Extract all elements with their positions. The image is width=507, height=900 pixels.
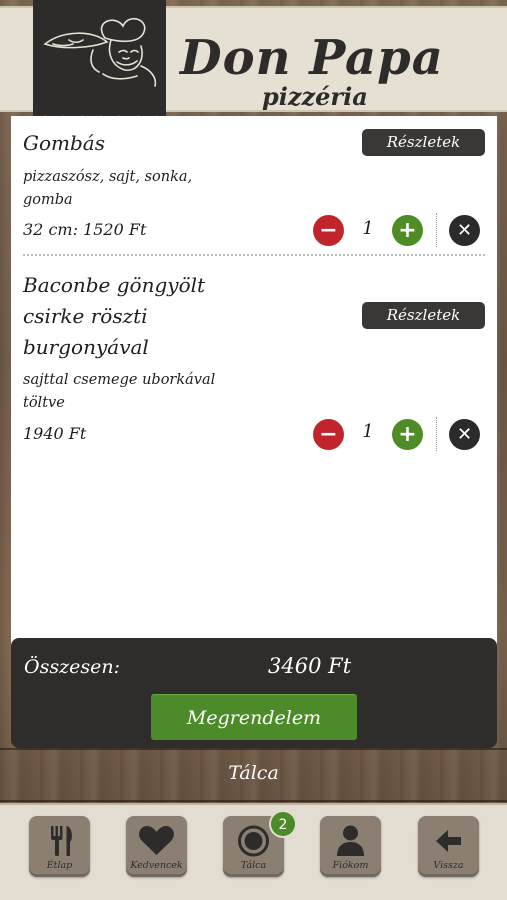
place-order-button[interactable]: Megrendelem	[151, 694, 357, 740]
nav-label: Tálca	[240, 860, 267, 871]
remove-item-button[interactable]: ✕	[449, 419, 480, 450]
nav-favorites[interactable]: Kedvencek	[126, 816, 187, 877]
plank-divider	[0, 800, 507, 802]
decrease-quantity-button[interactable]: −	[313, 215, 344, 246]
bottom-nav: Étlap Kedvencek Tálca Fiókom Vissza	[0, 803, 507, 900]
item-title-line: Baconbe göngyölt	[23, 273, 206, 297]
order-summary: Összesen: 3460 Ft Megrendelem	[11, 638, 497, 748]
item-title-line: Gombás	[23, 131, 105, 155]
nav-back[interactable]: Vissza	[418, 816, 479, 877]
total-label: Összesen:	[24, 656, 120, 678]
arrow-left-icon	[436, 830, 461, 852]
chef-logo-icon	[43, 17, 157, 87]
divider	[436, 417, 437, 451]
item-title-line: burgonyával	[23, 335, 149, 359]
cart-list[interactable]: Gombás Részletek pizzaszósz, sajt, sonka…	[11, 116, 497, 656]
fork-knife-icon	[51, 826, 72, 856]
tray-count-badge: 2	[269, 810, 297, 838]
increase-quantity-button[interactable]: +	[392, 419, 423, 450]
remove-item-button[interactable]: ✕	[449, 215, 480, 246]
decrease-quantity-button[interactable]: −	[313, 419, 344, 450]
item-title: Gombás	[23, 128, 105, 159]
item-quantity: 1	[362, 218, 374, 239]
nav-account[interactable]: Fiókom	[320, 816, 381, 877]
nav-menu[interactable]: Étlap	[29, 816, 90, 877]
nav-label: Fiókom	[332, 860, 369, 871]
heart-icon	[139, 826, 174, 855]
brand-title: Don Papa	[180, 30, 444, 86]
total-value: 3460 Ft	[268, 654, 352, 678]
section-title: Tálca	[228, 762, 279, 784]
item-title: Baconbe göngyölt csirke röszti burgonyáv…	[23, 270, 205, 363]
item-description: pizzaszósz, sajt, sonka, gomba	[23, 166, 192, 212]
item-description-line: töltve	[23, 395, 65, 411]
item-quantity: 1	[362, 421, 374, 442]
item-price: 32 cm: 1520 Ft	[23, 220, 147, 239]
chef-logo[interactable]	[33, 0, 166, 120]
person-icon	[337, 825, 364, 856]
item-description-line: gomba	[23, 192, 73, 208]
brand-subtitle: pizzéria	[262, 82, 368, 111]
item-description: sajttal csemege uborkával töltve	[23, 369, 215, 415]
details-button[interactable]: Részletek	[362, 302, 485, 329]
item-separator	[23, 254, 485, 256]
plank-divider	[0, 748, 507, 750]
increase-quantity-button[interactable]: +	[392, 215, 423, 246]
item-description-line: sajttal csemege uborkával	[23, 372, 216, 388]
item-title-line: csirke röszti	[23, 304, 148, 328]
item-price: 1940 Ft	[23, 424, 87, 443]
nav-label: Étlap	[46, 860, 73, 871]
divider	[436, 213, 437, 247]
nav-label: Vissza	[433, 860, 464, 871]
item-description-line: pizzaszósz, sajt, sonka,	[23, 169, 193, 185]
nav-label: Kedvencek	[130, 860, 183, 871]
details-button[interactable]: Részletek	[362, 129, 485, 156]
